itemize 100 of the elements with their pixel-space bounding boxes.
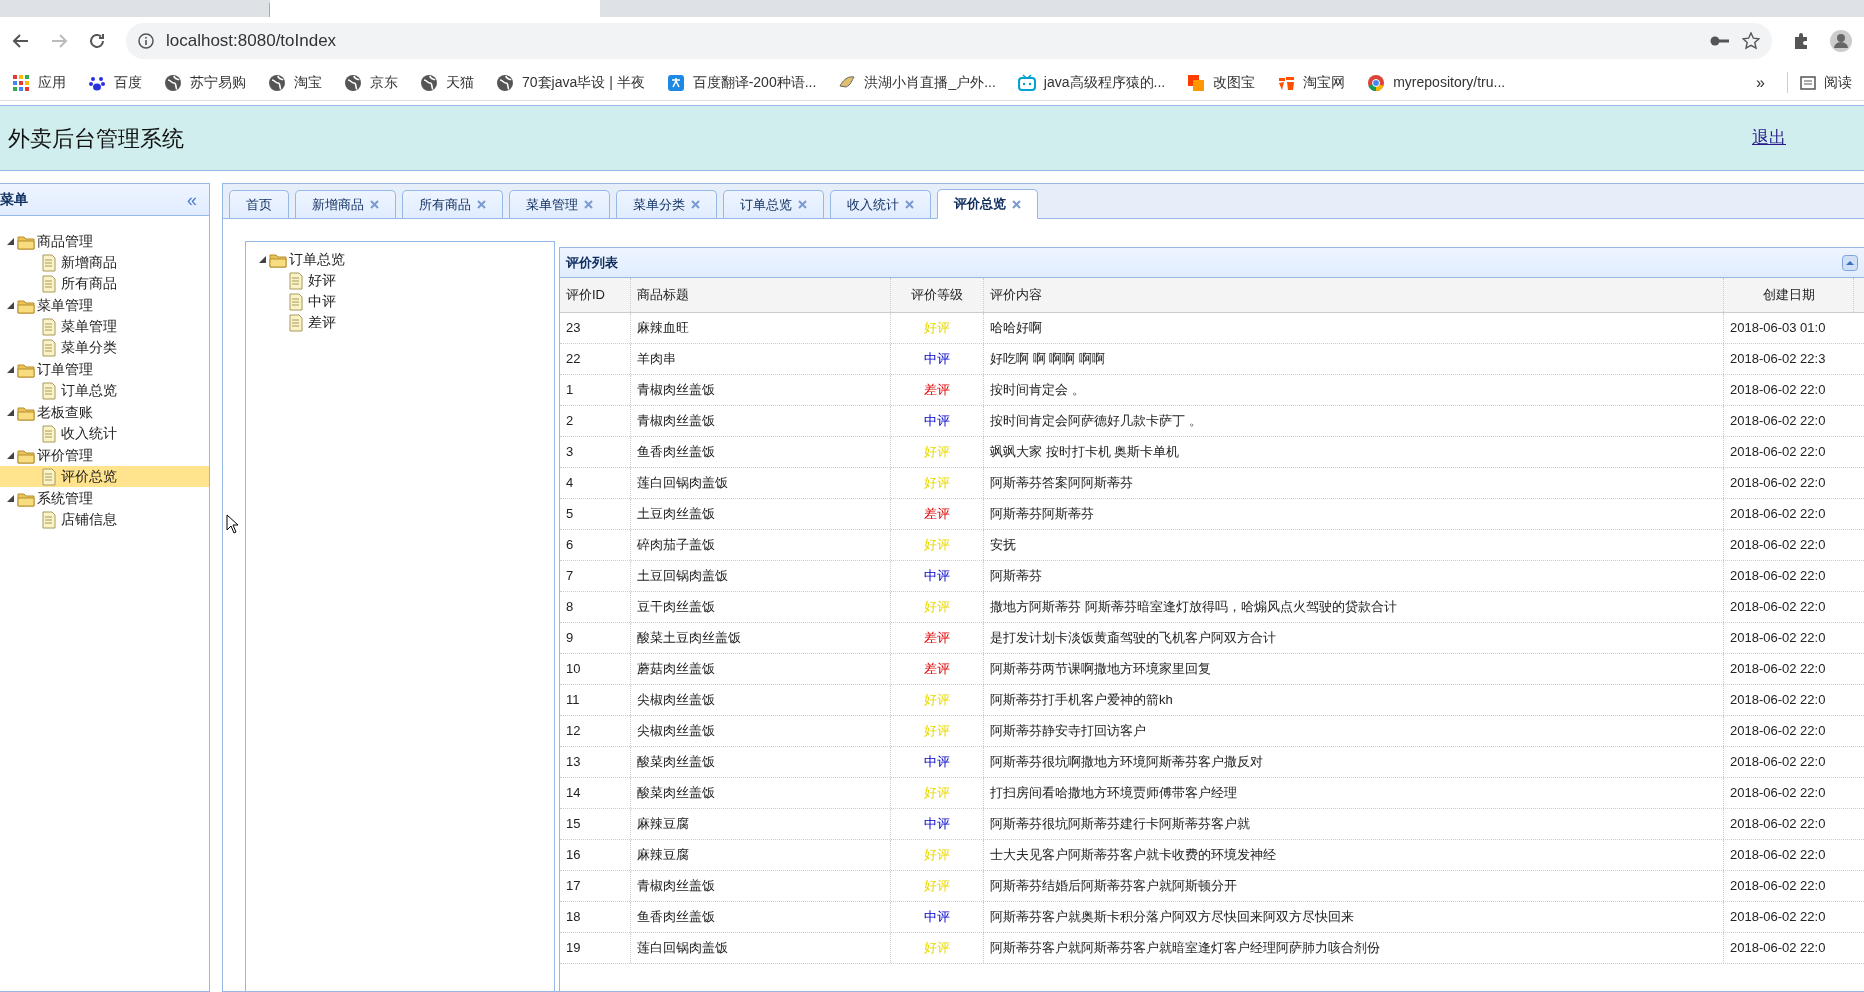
tree-leaf[interactable]: 收入统计 bbox=[0, 423, 209, 444]
tree-node[interactable]: 商品管理 bbox=[0, 230, 209, 252]
mouse-cursor-icon bbox=[226, 514, 240, 534]
rating-text: 差评 bbox=[924, 629, 950, 648]
tree-leaf[interactable]: 订单总览 bbox=[0, 380, 209, 401]
expand-triangle-icon[interactable] bbox=[258, 254, 267, 264]
tree-leaf[interactable]: 好评 bbox=[252, 270, 554, 291]
tree-leaf[interactable]: 所有商品 bbox=[0, 273, 209, 294]
table-cell: 2018-06-02 22:0 bbox=[1724, 809, 1864, 839]
file-icon bbox=[41, 317, 57, 336]
translate-icon bbox=[666, 73, 685, 92]
tab[interactable]: 评价总览 bbox=[937, 189, 1038, 219]
reading-list-link[interactable]: 阅读 bbox=[1787, 72, 1852, 93]
rating-text: 差评 bbox=[924, 505, 950, 524]
tab[interactable]: 菜单分类 bbox=[616, 190, 717, 218]
table-cell: 14 bbox=[560, 778, 631, 808]
tree-node[interactable]: 订单管理 bbox=[0, 358, 209, 380]
tree-leaf[interactable]: 新增商品 bbox=[0, 252, 209, 273]
tree-leaf[interactable]: 中评 bbox=[252, 291, 554, 312]
tree-leaf[interactable]: 店铺信息 bbox=[0, 509, 209, 530]
table-cell: 2018-06-02 22:0 bbox=[1724, 406, 1864, 436]
file-icon bbox=[288, 271, 304, 290]
column-header[interactable]: 评价ID bbox=[560, 278, 631, 312]
table-cell: 青椒肉丝盖饭 bbox=[631, 871, 891, 901]
table-cell: 鱼香肉丝盖饭 bbox=[631, 437, 891, 467]
star-icon[interactable] bbox=[1742, 32, 1760, 50]
table-cell: 2018-06-02 22:0 bbox=[1724, 375, 1864, 405]
table-cell: 尖椒肉丝盖饭 bbox=[631, 685, 891, 715]
table-cell: 2018-06-02 22:0 bbox=[1724, 468, 1864, 498]
expand-triangle-icon[interactable] bbox=[6, 364, 15, 374]
rating-text: 中评 bbox=[924, 567, 950, 586]
table-cell: 莲白回锅肉盖饭 bbox=[631, 933, 891, 963]
reload-icon[interactable] bbox=[88, 32, 106, 50]
tree-node[interactable]: 订单总览 bbox=[252, 248, 554, 270]
expand-triangle-icon[interactable] bbox=[6, 300, 15, 310]
tree-node[interactable]: 评价管理 bbox=[0, 444, 209, 466]
table-cell: 阿斯蒂芬打手机客户爱神的箭kh bbox=[984, 685, 1724, 715]
tree-leaf[interactable]: 菜单管理 bbox=[0, 316, 209, 337]
tab[interactable]: 收入统计 bbox=[830, 190, 931, 218]
table-cell: 12 bbox=[560, 716, 631, 746]
bookmark-link[interactable]: 京东 bbox=[344, 72, 398, 93]
tree-leaf[interactable]: 评价总览 bbox=[0, 466, 209, 487]
tab[interactable]: 菜单管理 bbox=[509, 190, 610, 218]
tab[interactable]: 新增商品 bbox=[295, 190, 396, 218]
table-cell: 阿斯蒂芬静安寺打回访客户 bbox=[984, 716, 1724, 746]
column-header[interactable]: 创建日期 bbox=[1724, 278, 1854, 312]
table-cell: 2018-06-02 22:0 bbox=[1724, 871, 1864, 901]
tree-leaf[interactable]: 差评 bbox=[252, 312, 554, 333]
table-cell: 阿斯蒂芬客户就阿斯蒂芬客户就暗室逢灯客户经理阿萨肺力咳合剂份 bbox=[984, 933, 1724, 963]
collapse-button[interactable]: « bbox=[187, 190, 197, 209]
expand-triangle-icon[interactable] bbox=[6, 236, 15, 246]
tree-node[interactable]: 老板查账 bbox=[0, 401, 209, 423]
table-cell: 酸菜肉丝盖饭 bbox=[631, 778, 891, 808]
back-icon[interactable] bbox=[12, 32, 30, 50]
more-bookmarks-button[interactable]: » bbox=[1756, 70, 1765, 95]
tab[interactable]: 首页 bbox=[229, 190, 289, 218]
file-icon bbox=[41, 381, 57, 400]
bookmark-link[interactable]: 洪湖小肖直播_户外... bbox=[838, 72, 996, 93]
bookmark-link[interactable]: 百度翻译-200种语... bbox=[666, 72, 817, 93]
bookmark-link[interactable]: 淘宝 bbox=[268, 72, 322, 93]
table-cell: 豆干肉丝盖饭 bbox=[631, 592, 891, 622]
globe-icon bbox=[268, 73, 286, 92]
rating-text: 差评 bbox=[924, 381, 950, 400]
address-bar[interactable]: localhost:8080/toIndex bbox=[126, 23, 1772, 59]
column-header[interactable]: 评价内容 bbox=[984, 278, 1724, 312]
bookmark-link[interactable]: 改图宝 bbox=[1187, 72, 1256, 93]
tree-node[interactable]: 菜单管理 bbox=[0, 294, 209, 316]
tab[interactable]: 订单总览 bbox=[723, 190, 824, 218]
tree-node[interactable]: 系统管理 bbox=[0, 487, 209, 509]
table-cell: 10 bbox=[560, 654, 631, 684]
expand-triangle-icon[interactable] bbox=[6, 450, 15, 460]
table-cell: 5 bbox=[560, 499, 631, 529]
table-cell: 按时间肯定会 。 bbox=[984, 375, 1724, 405]
column-header[interactable]: 评价等级 bbox=[891, 278, 984, 312]
key-icon[interactable] bbox=[1710, 34, 1730, 48]
bookmark-link[interactable]: 淘宝网 bbox=[1277, 72, 1346, 93]
bookmark-link[interactable]: 应用 bbox=[12, 72, 66, 93]
expand-triangle-icon[interactable] bbox=[6, 407, 15, 417]
tab[interactable]: 所有商品 bbox=[402, 190, 503, 218]
column-header[interactable]: 商品标题 bbox=[631, 278, 891, 312]
table-cell: 9 bbox=[560, 623, 631, 653]
bookmark-link[interactable]: 苏宁易购 bbox=[164, 72, 246, 93]
puzzle-icon[interactable] bbox=[1792, 32, 1810, 50]
logout-link[interactable]: 退出 bbox=[1752, 125, 1786, 151]
bookmark-link[interactable]: 百度 bbox=[88, 72, 142, 93]
collapse-icon[interactable] bbox=[1842, 254, 1858, 271]
table-cell: 6 bbox=[560, 530, 631, 560]
profile-icon[interactable] bbox=[1830, 30, 1852, 52]
expand-triangle-icon[interactable] bbox=[6, 493, 15, 503]
table-cell: 碎肉茄子盖饭 bbox=[631, 530, 891, 560]
table-cell: 好吃啊 啊 啊啊 啊啊 bbox=[984, 344, 1724, 374]
rating-text: 中评 bbox=[924, 412, 950, 431]
close-icon[interactable] bbox=[1012, 199, 1021, 209]
bookmark-link[interactable]: myrepository/tru... bbox=[1367, 72, 1506, 93]
bookmark-link[interactable]: 70套java毕设 | 半夜 bbox=[496, 72, 645, 93]
tree-leaf[interactable]: 菜单分类 bbox=[0, 337, 209, 358]
table-cell: 18 bbox=[560, 902, 631, 932]
bookmark-link[interactable]: 天猫 bbox=[420, 72, 474, 93]
bookmark-link[interactable]: java高级程序猿的... bbox=[1017, 72, 1166, 93]
info-icon bbox=[138, 33, 154, 49]
